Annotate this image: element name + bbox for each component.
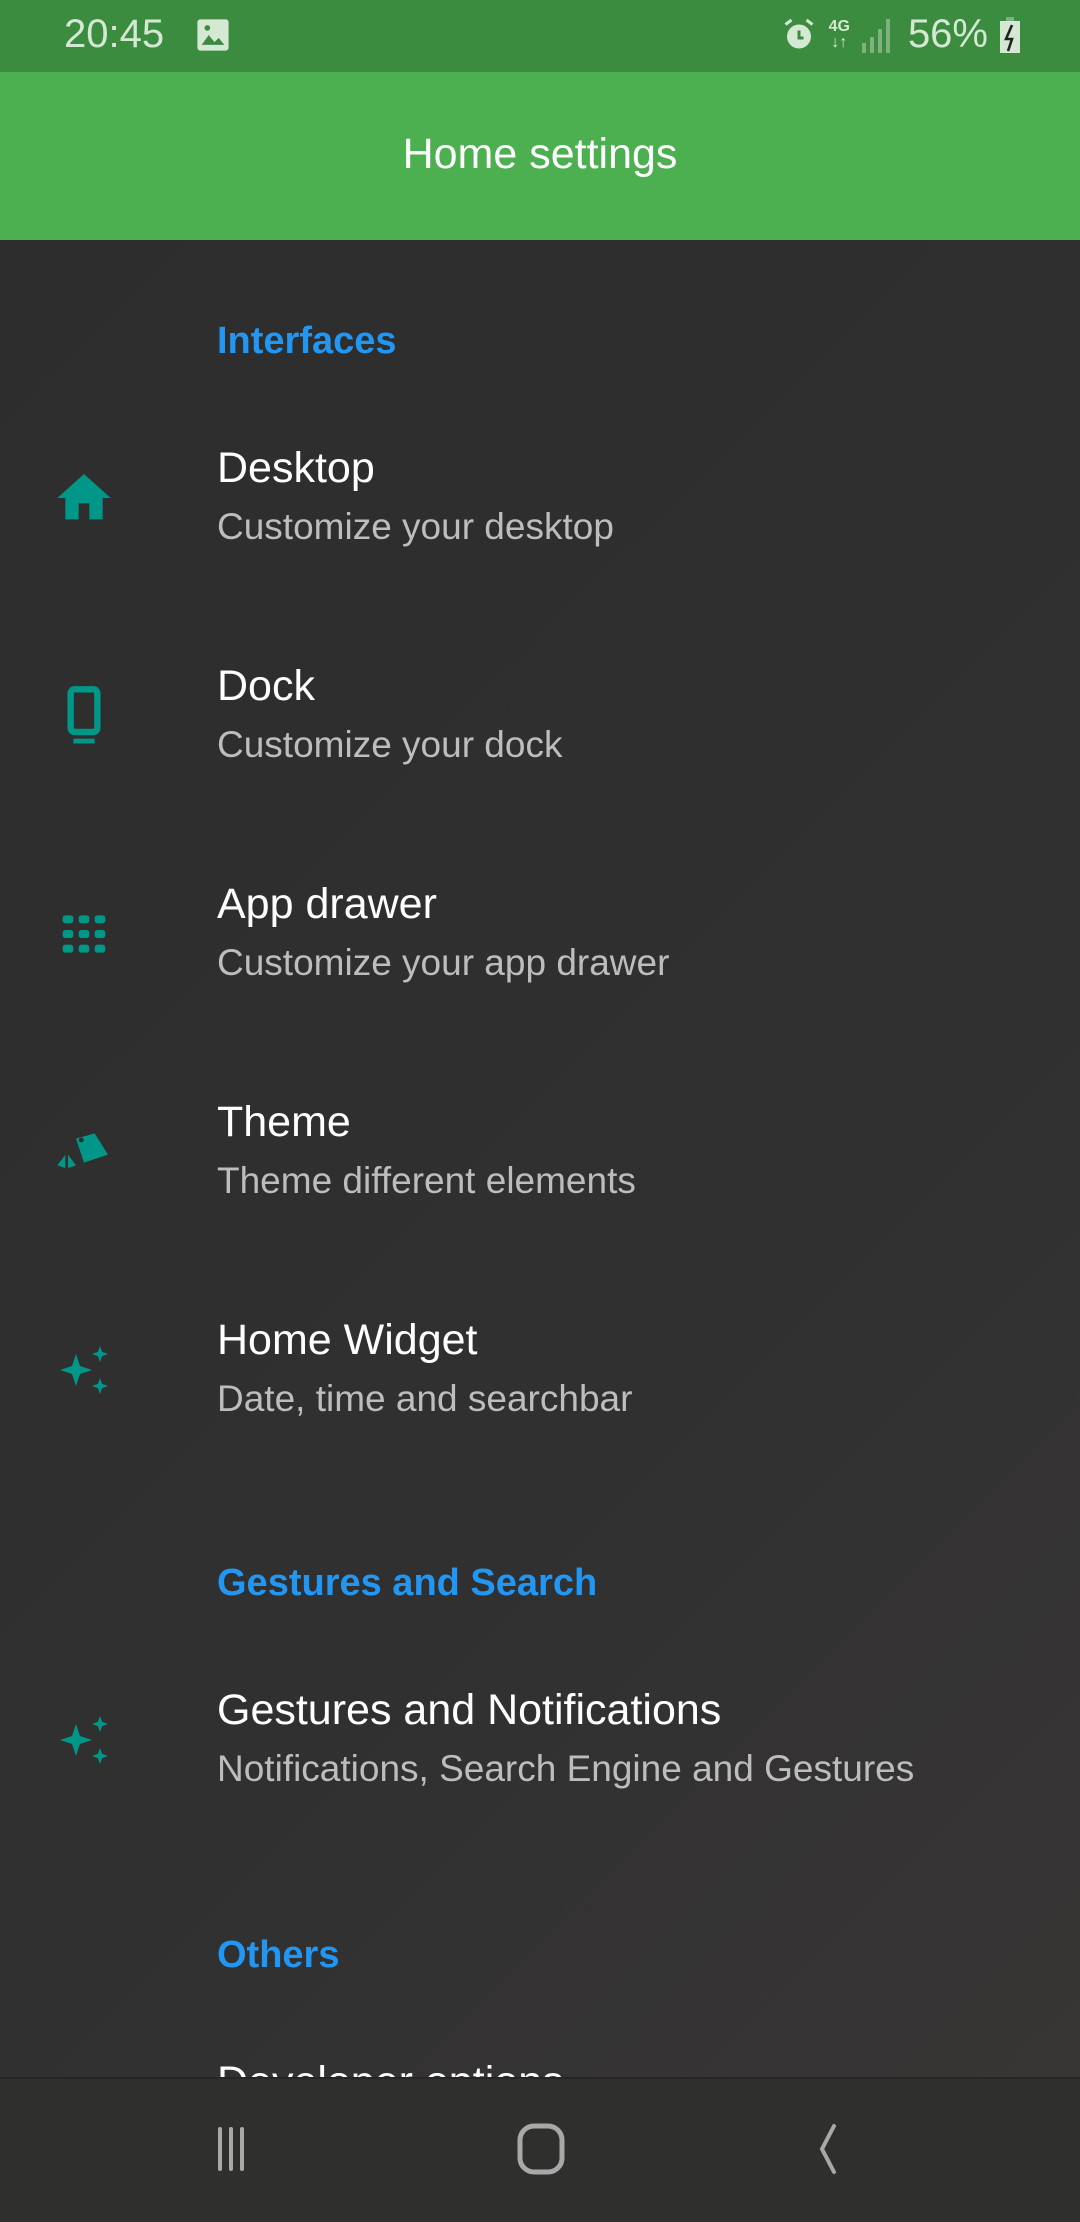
setting-title: Home Widget [217, 1316, 478, 1364]
dock-icon [67, 686, 101, 744]
recents-icon[interactable] [204, 2119, 274, 2179]
setting-title: Developer options [217, 2058, 564, 2077]
status-time: 20:45 [64, 12, 165, 56]
setting-subtitle: Date, time and searchbar [217, 1378, 633, 1419]
setting-theme[interactable]: Theme Theme different elements [0, 1098, 1080, 1316]
app-grid-icon [62, 915, 106, 953]
setting-subtitle: Customize your desktop [217, 506, 614, 547]
setting-title: App drawer [217, 880, 437, 928]
setting-title: Dock [217, 662, 315, 710]
status-bar: 20:45 4G ↓↑ 56% [0, 0, 1080, 72]
setting-subtitle: Theme different elements [217, 1160, 636, 1201]
section-header-others: Others [217, 1934, 340, 1976]
setting-dock[interactable]: Dock Customize your dock [0, 662, 1080, 880]
image-icon [197, 19, 229, 51]
sparkle-icon [60, 1346, 108, 1394]
alarm-icon [784, 18, 813, 48]
home-nav-icon[interactable] [506, 2119, 576, 2179]
battery-charging-icon [1000, 16, 1020, 53]
network-4g-icon: 4G ↓↑ [828, 17, 850, 51]
setting-gestures-notifications[interactable]: Gestures and Notifications Notifications… [0, 1686, 1080, 1904]
sparkle-icon [60, 1716, 108, 1764]
section-header-gestures-search: Gestures and Search [217, 1562, 598, 1604]
setting-home-widget[interactable]: Home Widget Date, time and searchbar [0, 1316, 1080, 1534]
battery-percent: 56% [907, 12, 988, 56]
setting-title: Desktop [217, 444, 375, 492]
home-icon [57, 474, 111, 520]
setting-subtitle: Customize your dock [217, 724, 563, 765]
setting-desktop[interactable]: Desktop Customize your desktop [0, 444, 1080, 662]
setting-title: Gestures and Notifications [217, 1686, 722, 1734]
theme-swatch-icon [57, 1133, 108, 1168]
page-title: Home settings [402, 130, 678, 178]
setting-developer-options[interactable]: Developer options [0, 2058, 1080, 2077]
setting-title: Theme [217, 1098, 351, 1146]
signal-icon [861, 18, 890, 53]
settings-list[interactable]: Interfaces Desktop Customize your deskto… [0, 240, 1080, 2077]
setting-app-drawer[interactable]: App drawer Customize your app drawer [0, 880, 1080, 1098]
back-icon[interactable] [808, 2119, 878, 2179]
navigation-bar [0, 2077, 1080, 2222]
setting-subtitle: Customize your app drawer [217, 942, 670, 983]
section-header-interfaces: Interfaces [217, 320, 397, 362]
app-bar: Home settings [0, 72, 1080, 240]
setting-subtitle: Notifications, Search Engine and Gesture… [217, 1748, 915, 1789]
